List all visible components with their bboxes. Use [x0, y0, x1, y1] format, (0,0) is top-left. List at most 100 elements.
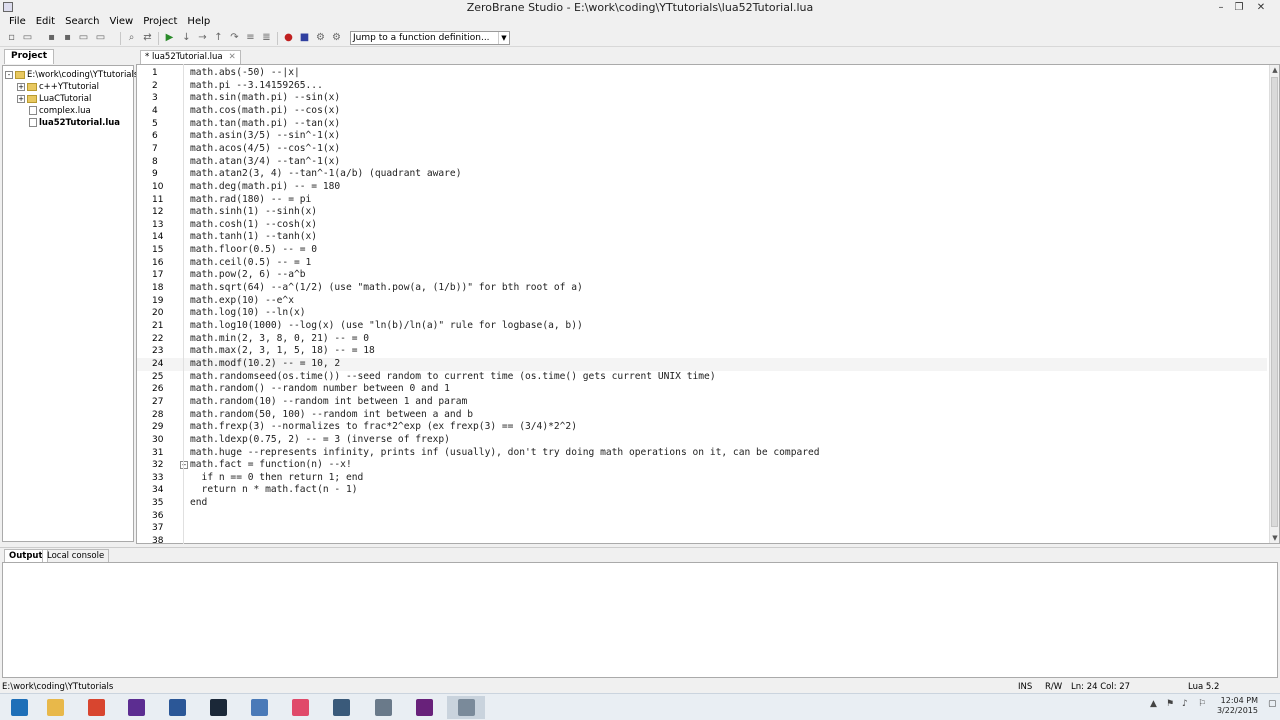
taskbar-button[interactable]: [36, 696, 74, 719]
compile-icon[interactable]: ⚙: [330, 32, 343, 44]
taskbar-button[interactable]: [77, 696, 115, 719]
taskbar-button[interactable]: [199, 696, 237, 719]
code-line[interactable]: 23 math.max(2, 3, 1, 5, 18) -- = 18: [137, 345, 1267, 358]
menu-edit[interactable]: Edit: [31, 15, 60, 30]
close-icon[interactable]: ✕: [229, 52, 236, 62]
open-file-icon[interactable]: ▭: [21, 32, 34, 44]
taskbar-button[interactable]: [447, 696, 485, 719]
taskbar-button[interactable]: [364, 696, 402, 719]
tree-item-cpp-tutorial[interactable]: + c++YTtutorial: [17, 81, 99, 93]
code-line[interactable]: 7 math.acos(4/5) --cos^-1(x): [137, 143, 1267, 156]
code-line[interactable]: 11 math.rad(180) -- = pi: [137, 194, 1267, 207]
tab-local-console[interactable]: Local console: [42, 549, 110, 562]
expand-icon[interactable]: +: [17, 82, 25, 91]
collapse-icon[interactable]: -: [5, 70, 13, 79]
code-line[interactable]: 38: [137, 535, 1267, 543]
code-line[interactable]: 20 math.log(10) --ln(x): [137, 307, 1267, 320]
taskbar-button[interactable]: [0, 696, 38, 719]
code-line[interactable]: 4 math.cos(math.pi) --cos(x): [137, 105, 1267, 118]
menu-search[interactable]: Search: [60, 15, 104, 30]
code-line[interactable]: 13 math.cosh(1) --cosh(x): [137, 219, 1267, 232]
run-to-cursor-icon[interactable]: ↷: [228, 32, 241, 44]
new-file-icon[interactable]: ▫: [5, 32, 18, 44]
code-line[interactable]: 27 math.random(10) --random int between 1…: [137, 396, 1267, 409]
code-line[interactable]: 6 math.asin(3/5) --sin^-1(x): [137, 130, 1267, 143]
maximize-button[interactable]: ❐: [1230, 0, 1248, 15]
code-editor[interactable]: 38 37 36 35 end 34 return n * math.fact(n - 1…: [136, 64, 1280, 544]
code-line[interactable]: 36: [137, 510, 1267, 523]
menu-help[interactable]: Help: [182, 15, 215, 30]
project-dir-menu-icon[interactable]: ▭: [94, 32, 107, 44]
code-line[interactable]: 32 − math.fact = function(n) --x!: [137, 459, 1267, 472]
code-line[interactable]: 14 math.tanh(1) --tanh(x): [137, 231, 1267, 244]
code-line[interactable]: 3 math.sin(math.pi) --sin(x): [137, 92, 1267, 105]
editor-scrollbar[interactable]: ▲ ▼: [1269, 65, 1279, 543]
menu-file[interactable]: File: [4, 15, 31, 30]
code-line[interactable]: 2 math.pi --3.14159265...: [137, 80, 1267, 93]
function-dropdown[interactable]: Jump to a function definition... ▼: [350, 31, 510, 45]
code-line[interactable]: 35 end: [137, 497, 1267, 510]
tab-lua52tutorial[interactable]: * lua52Tutorial.lua ✕: [140, 50, 241, 64]
menu-project[interactable]: Project: [138, 15, 182, 30]
project-tree[interactable]: - E:\work\coding\YTtutorials + c++YTtutori…: [2, 65, 138, 542]
toggle-breakpoint-icon[interactable]: ●: [282, 32, 295, 44]
code-line[interactable]: 34 return n * math.fact(n - 1): [137, 484, 1267, 497]
code-line[interactable]: 22 math.min(2, 3, 8, 0, 21) -- = 0: [137, 333, 1267, 346]
tree-item-complex-lua[interactable]: complex.lua: [29, 105, 91, 117]
scroll-up-icon[interactable]: ▲: [1270, 65, 1279, 75]
code-line[interactable]: 12 math.sinh(1) --sinh(x): [137, 206, 1267, 219]
watch-window-icon[interactable]: ≣: [260, 32, 273, 44]
network-icon[interactable]: ⚑: [1166, 699, 1174, 709]
volume-icon[interactable]: ♪: [1182, 699, 1188, 709]
code-line[interactable]: 1 math.abs(-50) --|x|: [137, 67, 1267, 80]
code-line[interactable]: 29 math.frexp(3) --normalizes to frac*2^e…: [137, 421, 1267, 434]
tree-item-root[interactable]: - E:\work\coding\YTtutorials: [5, 69, 138, 81]
code-line[interactable]: 28 math.random(50, 100) --random int betw…: [137, 409, 1267, 422]
stop-icon[interactable]: ■: [298, 32, 311, 44]
taskbar-button[interactable]: [281, 696, 319, 719]
taskbar-button[interactable]: [117, 696, 155, 719]
code-line[interactable]: 10 math.deg(math.pi) -- = 180: [137, 181, 1267, 194]
code-line[interactable]: 37: [137, 522, 1267, 535]
code-line[interactable]: 16 math.ceil(0.5) -- = 1: [137, 257, 1267, 270]
chevron-down-icon[interactable]: ▼: [498, 32, 509, 44]
stack-window-icon[interactable]: ≡: [244, 32, 257, 44]
code-line[interactable]: 5 math.tan(math.pi) --tan(x): [137, 118, 1267, 131]
code-line[interactable]: 18 math.sqrt(64) --a^(1/2) (use "math.pow…: [137, 282, 1267, 295]
taskbar-button[interactable]: [405, 696, 443, 719]
scroll-down-icon[interactable]: ▼: [1270, 533, 1279, 543]
clock[interactable]: 12:04 PM 3/22/2015: [1217, 696, 1258, 716]
find-icon[interactable]: ⌕: [125, 32, 138, 44]
code-line[interactable]: 9 math.atan2(3, 4) --tan^-1(a/b) (quadran…: [137, 168, 1267, 181]
taskbar-button[interactable]: [322, 696, 360, 719]
code-line[interactable]: 26 math.random() --random number between …: [137, 383, 1267, 396]
tree-item-luac-tutorial[interactable]: + LuaCTutorial: [17, 93, 91, 105]
flag-icon[interactable]: ⚐: [1198, 699, 1206, 709]
project-dir-icon[interactable]: ▭: [77, 32, 90, 44]
minimize-button[interactable]: –: [1212, 0, 1230, 15]
step-over-icon[interactable]: →: [196, 32, 209, 44]
tree-item-lua52tutorial-lua[interactable]: lua52Tutorial.lua: [29, 117, 120, 129]
code-line[interactable]: 31 math.huge --represents infinity, print…: [137, 447, 1267, 460]
output-area[interactable]: [2, 562, 1278, 678]
save-icon[interactable]: ▪: [45, 32, 58, 44]
scrollbar-thumb[interactable]: [1271, 77, 1278, 527]
code-line[interactable]: 19 math.exp(10) --e^x: [137, 295, 1267, 308]
tray-arrow-icon[interactable]: ▲: [1150, 699, 1157, 709]
code-line[interactable]: 8 math.atan(3/4) --tan^-1(x): [137, 156, 1267, 169]
close-button[interactable]: ✕: [1252, 0, 1270, 15]
tab-project[interactable]: Project: [4, 49, 55, 64]
code-line[interactable]: 21 math.log10(1000) --log(x) (use "ln(b)/…: [137, 320, 1267, 333]
code-line[interactable]: 33 if n == 0 then return 1; end: [137, 472, 1267, 485]
expand-icon[interactable]: +: [17, 94, 25, 103]
fold-toggle-icon[interactable]: −: [180, 461, 188, 470]
step-out-icon[interactable]: ↑: [212, 32, 225, 44]
replace-icon[interactable]: ⇄: [141, 32, 154, 44]
code-line[interactable]: 17 math.pow(2, 6) --a^b: [137, 269, 1267, 282]
code-line[interactable]: 25 math.randomseed(os.time()) --seed rand…: [137, 371, 1267, 384]
menu-view[interactable]: View: [104, 15, 138, 30]
taskbar-button[interactable]: [158, 696, 196, 719]
code-line[interactable]: 30 math.ldexp(0.75, 2) -- = 3 (inverse of…: [137, 434, 1267, 447]
break-icon[interactable]: ⚙: [314, 32, 327, 44]
step-into-icon[interactable]: ↓: [180, 32, 193, 44]
